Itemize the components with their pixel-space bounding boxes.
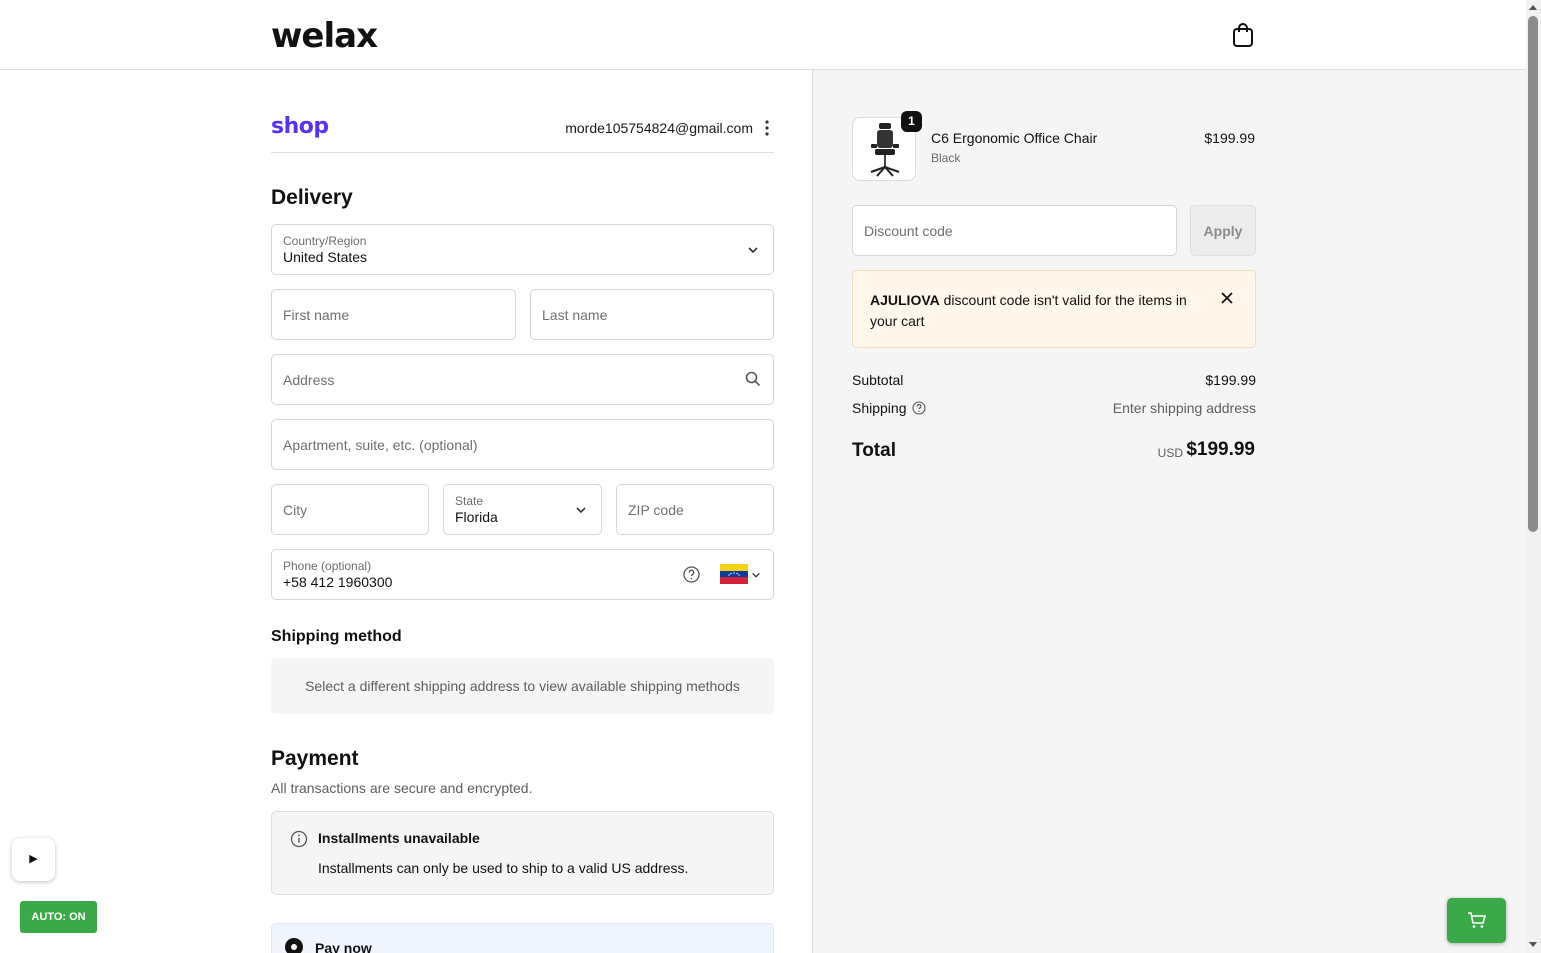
account-email: morde105754824@gmail.com	[565, 120, 753, 136]
product-name: C6 Ergonomic Office Chair	[931, 130, 1098, 146]
office-chair-image	[870, 123, 900, 177]
first-name-field[interactable]: First name	[271, 289, 516, 340]
state-label: State	[455, 494, 484, 508]
shipping-help-icon[interactable]	[912, 401, 926, 415]
shipping-value: Enter shipping address	[1112, 400, 1256, 416]
shopping-bag-icon[interactable]	[1231, 22, 1255, 48]
zip-placeholder: ZIP code	[628, 502, 684, 518]
scroll-up-arrow[interactable]	[1529, 5, 1537, 10]
last-name-placeholder: Last name	[542, 307, 608, 323]
address-placeholder: Address	[283, 372, 335, 388]
phone-value: +58 412 1960300	[283, 574, 393, 590]
site-header: welax	[0, 0, 1526, 70]
total-label: Total	[852, 440, 896, 461]
first-name-placeholder: First name	[283, 307, 350, 323]
discount-code-input[interactable]: Discount code	[852, 205, 1177, 256]
pay-now-option[interactable]: Pay now	[271, 923, 774, 953]
shipping-row: Shipping Enter shipping address	[852, 400, 1256, 416]
info-icon	[290, 830, 308, 848]
product-variant: Black	[931, 151, 961, 165]
country-label: Country/Region	[283, 234, 367, 248]
shipping-label: Shipping	[852, 400, 907, 416]
chevron-down-icon	[576, 507, 586, 514]
zip-field[interactable]: ZIP code	[616, 484, 774, 535]
help-icon[interactable]	[683, 566, 700, 583]
more-options-icon[interactable]	[764, 120, 770, 136]
installments-title: Installments unavailable	[318, 830, 480, 846]
chevron-down-icon[interactable]	[751, 571, 761, 579]
auto-mode-toggle[interactable]: AUTO: ON	[20, 901, 97, 933]
state-select[interactable]: State Florida	[443, 484, 602, 535]
site-logo[interactable]: welax	[271, 16, 378, 56]
chevron-down-icon	[748, 247, 758, 254]
product-price: $199.99	[1204, 130, 1255, 146]
country-value: United States	[283, 249, 368, 265]
quantity-badge: 1	[901, 111, 922, 132]
search-icon	[745, 371, 761, 387]
address-field[interactable]: Address	[271, 354, 774, 405]
subtotal-label: Subtotal	[852, 372, 904, 388]
pay-now-radio[interactable]	[285, 938, 303, 953]
order-summary-column: 1 C6 Ergonomic Office Chair Black $199.9…	[812, 70, 1526, 953]
installments-message: Installments can only be used to ship to…	[318, 860, 689, 876]
payment-heading: Payment	[271, 747, 359, 770]
scrollbar-thumb[interactable]	[1528, 16, 1538, 532]
play-button[interactable]: ▶	[12, 838, 55, 881]
apartment-field[interactable]: Apartment, suite, etc. (optional)	[271, 419, 774, 470]
shipping-methods-notice: Select a different shipping address to v…	[271, 658, 774, 714]
cart-action-button[interactable]	[1447, 898, 1506, 943]
discount-error-banner: AJULIOVA discount code isn't valid for t…	[852, 270, 1256, 348]
subtotal-value: $199.99	[1205, 372, 1256, 388]
delivery-heading: Delivery	[271, 186, 353, 209]
shop-pay-account-row: shop morde105754824@gmail.com	[271, 114, 774, 153]
discount-code-placeholder: Discount code	[864, 223, 953, 239]
subtotal-row: Subtotal $199.99	[852, 372, 1256, 388]
phone-label: Phone (optional)	[283, 559, 372, 573]
city-field[interactable]: City	[271, 484, 429, 535]
shopping-cart-icon	[1468, 912, 1486, 928]
country-select[interactable]: Country/Region United States	[271, 224, 774, 275]
apartment-placeholder: Apartment, suite, etc. (optional)	[283, 437, 478, 453]
apply-discount-button[interactable]: Apply	[1190, 205, 1256, 256]
checkout-form-column: shop morde105754824@gmail.com Delivery C…	[0, 70, 812, 953]
discount-code-name: AJULIOVA	[870, 292, 940, 308]
shipping-method-heading: Shipping method	[271, 628, 402, 645]
venezuela-flag-icon[interactable]	[720, 564, 748, 584]
close-icon[interactable]	[1220, 291, 1234, 305]
discount-error-message: AJULIOVA discount code isn't valid for t…	[870, 290, 1200, 332]
payment-subtitle: All transactions are secure and encrypte…	[271, 780, 533, 796]
shop-pay-logo: shop	[271, 114, 329, 139]
page-scrollbar[interactable]	[1526, 0, 1541, 953]
installments-notice: Installments unavailable Installments ca…	[271, 811, 774, 895]
phone-field[interactable]: Phone (optional) +58 412 1960300	[271, 549, 774, 600]
total-currency: USD	[1157, 446, 1183, 460]
total-value: $199.99	[1186, 439, 1255, 460]
scroll-down-arrow[interactable]	[1529, 942, 1537, 947]
state-value: Florida	[455, 509, 498, 525]
city-placeholder: City	[283, 502, 308, 518]
last-name-field[interactable]: Last name	[530, 289, 774, 340]
pay-now-label: Pay now	[315, 940, 372, 953]
